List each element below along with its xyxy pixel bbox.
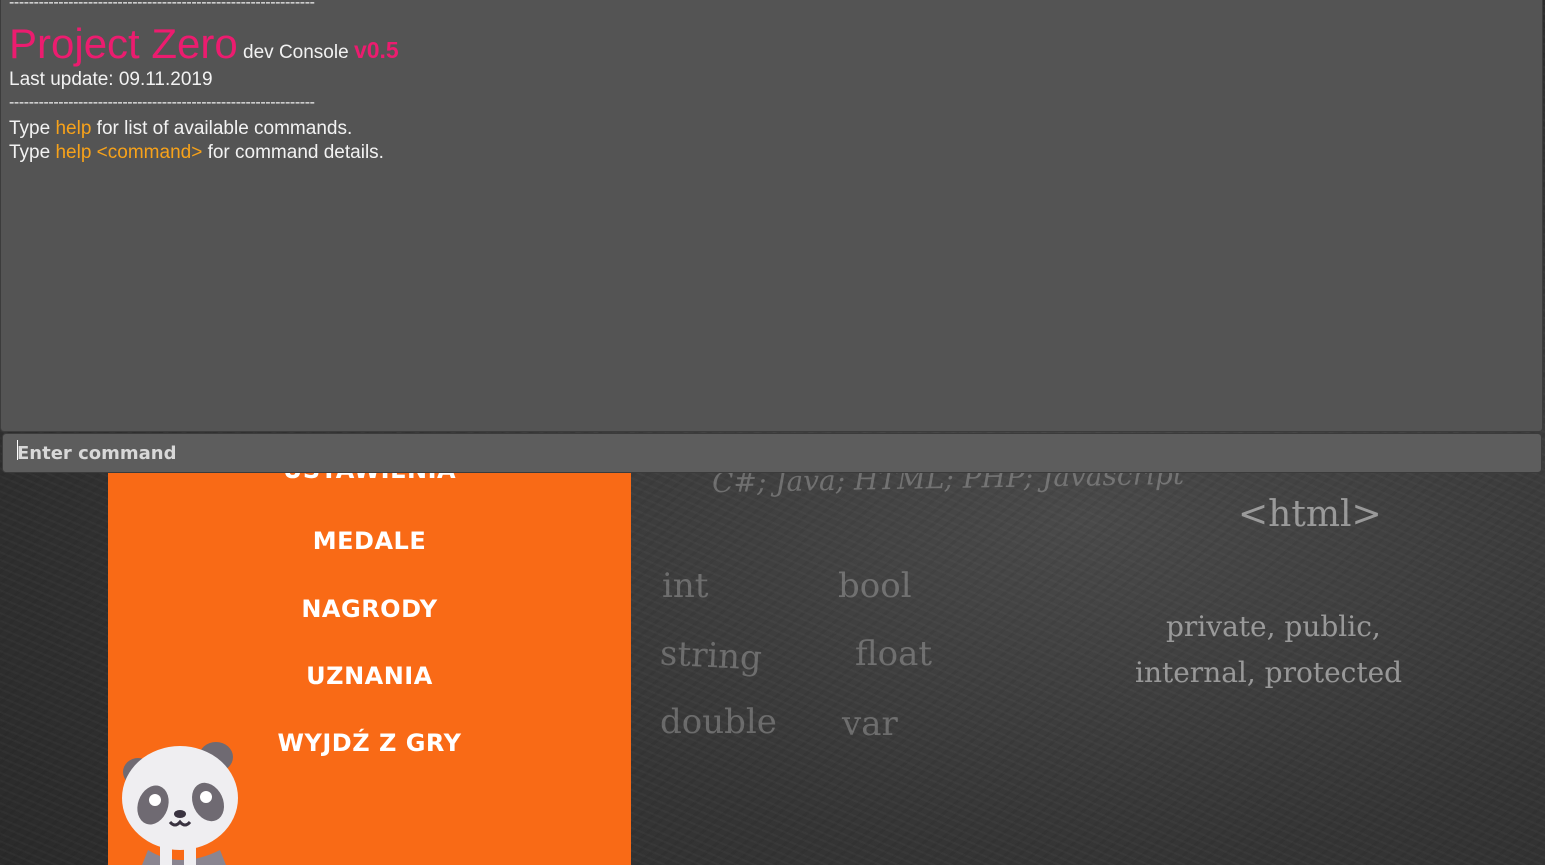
console-separator-bottom: ----------------------------------------…: [9, 94, 315, 111]
help-line-1-suffix: for list of available commands.: [91, 118, 353, 139]
dev-console: ----------------------------------------…: [0, 0, 1543, 432]
chalk-type-float: float: [855, 634, 933, 674]
menu-item-medale[interactable]: MEDALE: [108, 527, 631, 555]
console-last-update: Last update: 09.11.2019: [9, 69, 213, 90]
console-version: v0.5: [353, 37, 399, 63]
console-separator-top: ----------------------------------------…: [9, 0, 315, 11]
help-line-1-prefix: Type: [9, 118, 56, 139]
console-title: Project Zero: [9, 20, 238, 67]
chalk-html-tag: <html>: [1238, 494, 1382, 535]
chalk-type-var: var: [842, 704, 898, 744]
console-subtitle: dev Console: [243, 42, 349, 63]
help-line-2-suffix: for command details.: [202, 142, 384, 163]
chalk-modifiers-line1: private, public,: [1166, 610, 1381, 643]
help-line-2-keyword: help <command>: [55, 142, 203, 163]
command-input[interactable]: [13, 434, 1521, 472]
help-line-1-keyword: help: [55, 118, 92, 139]
command-bar: [2, 433, 1542, 473]
panda-mascot-icon: [122, 742, 238, 865]
chalk-type-int: int: [662, 566, 709, 606]
chalk-modifiers-line2: internal, protected: [1135, 656, 1403, 689]
console-help-line-1: Type help for list of available commands…: [9, 118, 352, 140]
console-help-line-2: Type help <command> for command details.: [9, 142, 384, 164]
menu-item-uznania[interactable]: UZNANIA: [108, 662, 631, 690]
chalk-type-bool: bool: [838, 566, 912, 606]
chalk-type-string: string: [659, 633, 763, 679]
menu-item-nagrody[interactable]: NAGRODY: [108, 595, 631, 623]
help-line-2-prefix: Type: [9, 142, 56, 163]
chalk-type-double: double: [660, 702, 777, 742]
console-header: Project Zero dev Console v0.5: [9, 20, 399, 68]
